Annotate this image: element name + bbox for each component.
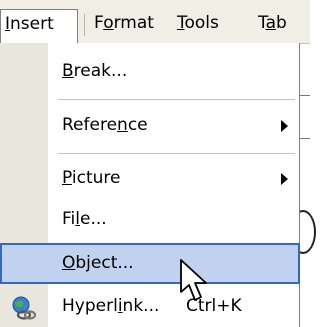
menu-table-label: Tab xyxy=(258,13,287,33)
submenu-arrow-icon xyxy=(281,173,288,185)
hyperlink-globe-icon xyxy=(12,296,36,320)
menu-format[interactable]: Format xyxy=(90,9,158,37)
menu-table[interactable]: Tab xyxy=(254,9,291,37)
menu-item-file[interactable]: File... xyxy=(0,199,300,240)
menu-item-label: File... xyxy=(62,209,107,229)
menu-insert-label: Insert xyxy=(5,14,54,34)
menu-tools-label: Tools xyxy=(177,13,219,33)
menu-tools[interactable]: Tools xyxy=(173,9,223,37)
menu-divider xyxy=(58,99,295,100)
menu-item-object[interactable]: Object... xyxy=(0,243,300,284)
menu-item-label: Break... xyxy=(62,61,128,81)
menu-item-label: Picture xyxy=(62,168,121,188)
menubar-separator xyxy=(84,14,85,36)
menu-item-break[interactable]: Break... xyxy=(0,51,300,92)
menu-item-label: Object... xyxy=(62,253,134,273)
submenu-arrow-icon xyxy=(281,120,288,132)
menu-item-label: Hyperlink... xyxy=(62,296,160,316)
menu-format-label: Format xyxy=(94,13,154,33)
menu-divider xyxy=(58,153,295,154)
menu-item-picture[interactable]: Picture xyxy=(0,158,300,199)
menu-bar: Insert Format Tools Tab xyxy=(0,0,310,45)
insert-menu: Break... Reference Picture File... Objec… xyxy=(0,43,300,327)
menu-insert[interactable]: Insert xyxy=(0,9,78,45)
menu-item-label: Reference xyxy=(62,115,148,135)
menu-item-hyperlink[interactable]: Hyperlink... Ctrl+K xyxy=(0,286,300,327)
menu-item-reference[interactable]: Reference xyxy=(0,105,300,146)
mouse-pointer-icon xyxy=(180,259,207,301)
